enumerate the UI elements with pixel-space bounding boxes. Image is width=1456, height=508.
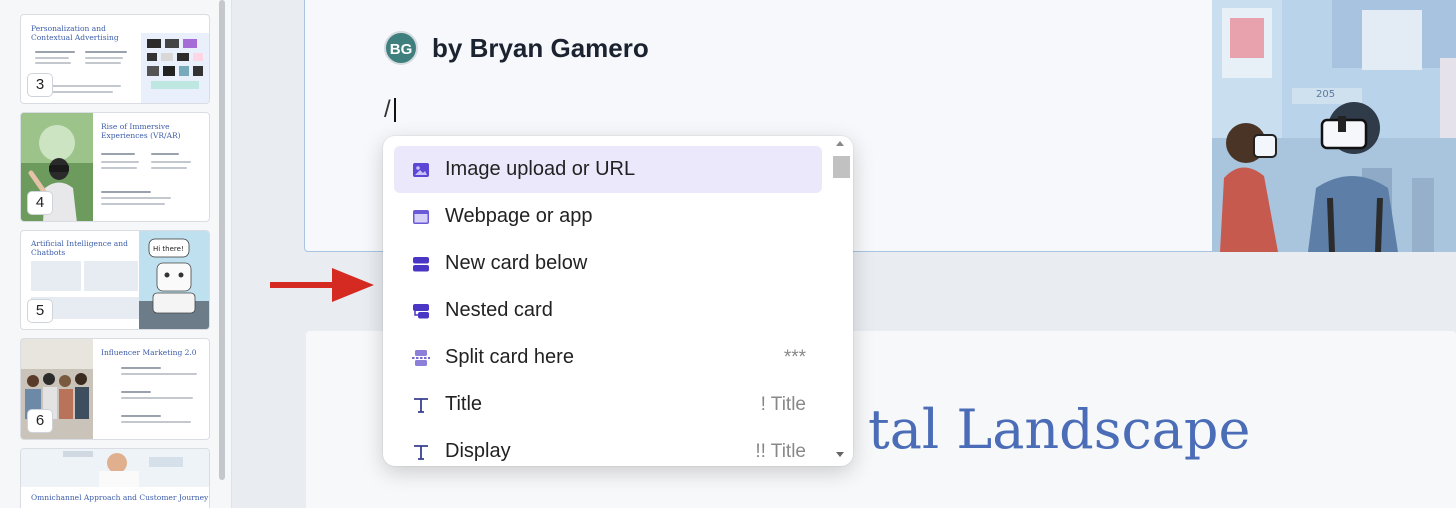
vr-city-illustration: 205: [1212, 0, 1456, 252]
sidebar-scrollbar[interactable]: [219, 0, 225, 480]
menu-item-title[interactable]: Title ! Title: [394, 381, 822, 428]
author-name: by Bryan Gamero: [432, 33, 649, 63]
menu-item-label: Image upload or URL: [445, 158, 636, 180]
split-card-icon: [412, 350, 430, 366]
slide-thumbnail-6[interactable]: Influencer Marketing 2.0 6: [20, 338, 210, 440]
menu-item-label: New card below: [445, 252, 588, 274]
slide-thumbnail-title: Artificial Intelligence and Chatbots: [31, 239, 128, 257]
scroll-down-arrow-icon[interactable]: [836, 452, 844, 457]
menu-item-split-card[interactable]: Split card here ***: [394, 334, 822, 381]
slide-thumbnail-title: Omnichannel Approach and Customer Journe…: [31, 493, 209, 502]
new-card-icon: [413, 257, 429, 272]
menu-scrollbar[interactable]: [829, 136, 853, 466]
slide-sidebar: Personalization and Contextual Advertisi…: [0, 0, 232, 508]
slide-thumbnail-4[interactable]: Rise of Immersive Experiences (VR/AR) 4: [20, 112, 210, 222]
slash-command-menu: Image upload or URL Webpage or app New c…: [383, 136, 853, 466]
menu-item-image-upload[interactable]: Image upload or URL: [394, 146, 822, 193]
chat-bubble-text: Hi there!: [153, 245, 184, 253]
menu-item-shortcut: ***: [783, 347, 806, 368]
text-t-icon: [414, 398, 428, 413]
text-t-icon: [414, 445, 428, 460]
scroll-up-arrow-icon[interactable]: [836, 141, 844, 146]
menu-item-label: Nested card: [445, 299, 553, 321]
slide-number: 6: [27, 409, 53, 433]
menu-item-new-card[interactable]: New card below: [394, 240, 822, 287]
menu-item-label: Webpage or app: [445, 205, 593, 227]
menu-item-shortcut: !! Title: [755, 441, 806, 462]
menu-item-webpage[interactable]: Webpage or app: [394, 193, 822, 240]
nested-card-icon: [413, 304, 429, 319]
slide-thumbnail-image: [141, 33, 209, 103]
slide-thumbnail-title: Influencer Marketing 2.0: [101, 348, 197, 357]
card-image[interactable]: 205: [1212, 0, 1456, 252]
menu-item-label: Title: [445, 393, 483, 415]
next-slide-heading: tal Landscape: [868, 398, 1251, 461]
slide-thumbnail-title: Rise of Immersive Experiences (VR/AR): [101, 122, 181, 140]
slide-thumbnail-image: Hi there!: [139, 231, 209, 329]
scroll-thumb[interactable]: [833, 156, 850, 178]
menu-item-shortcut: ! Title: [760, 394, 806, 415]
menu-item-label: Display: [445, 440, 511, 462]
slide-thumbnail-7[interactable]: Omnichannel Approach and Customer Journe…: [20, 448, 210, 508]
image-icon: [413, 163, 429, 177]
text-cursor: [394, 98, 396, 122]
slide-thumbnail-title: Personalization and Contextual Advertisi…: [31, 24, 119, 42]
author-avatar: BG: [384, 31, 418, 65]
red-arrow-annotation: [270, 268, 374, 302]
slide-number: 5: [27, 299, 53, 323]
slide-number: 4: [27, 191, 53, 215]
slash-command-input[interactable]: /: [384, 96, 391, 124]
slide-thumbnail-image: [21, 449, 209, 487]
slide-thumbnail-5[interactable]: Artificial Intelligence and Chatbots Hi …: [20, 230, 210, 330]
menu-item-display[interactable]: Display !! Title: [394, 428, 822, 466]
slide-number: 3: [27, 73, 53, 97]
menu-item-nested-card[interactable]: Nested card: [394, 287, 822, 334]
slide-thumbnail-3[interactable]: Personalization and Contextual Advertisi…: [20, 14, 210, 104]
menu-item-label: Split card here: [445, 346, 574, 368]
svg-text:205: 205: [1316, 89, 1335, 100]
webpage-icon: [413, 210, 429, 224]
